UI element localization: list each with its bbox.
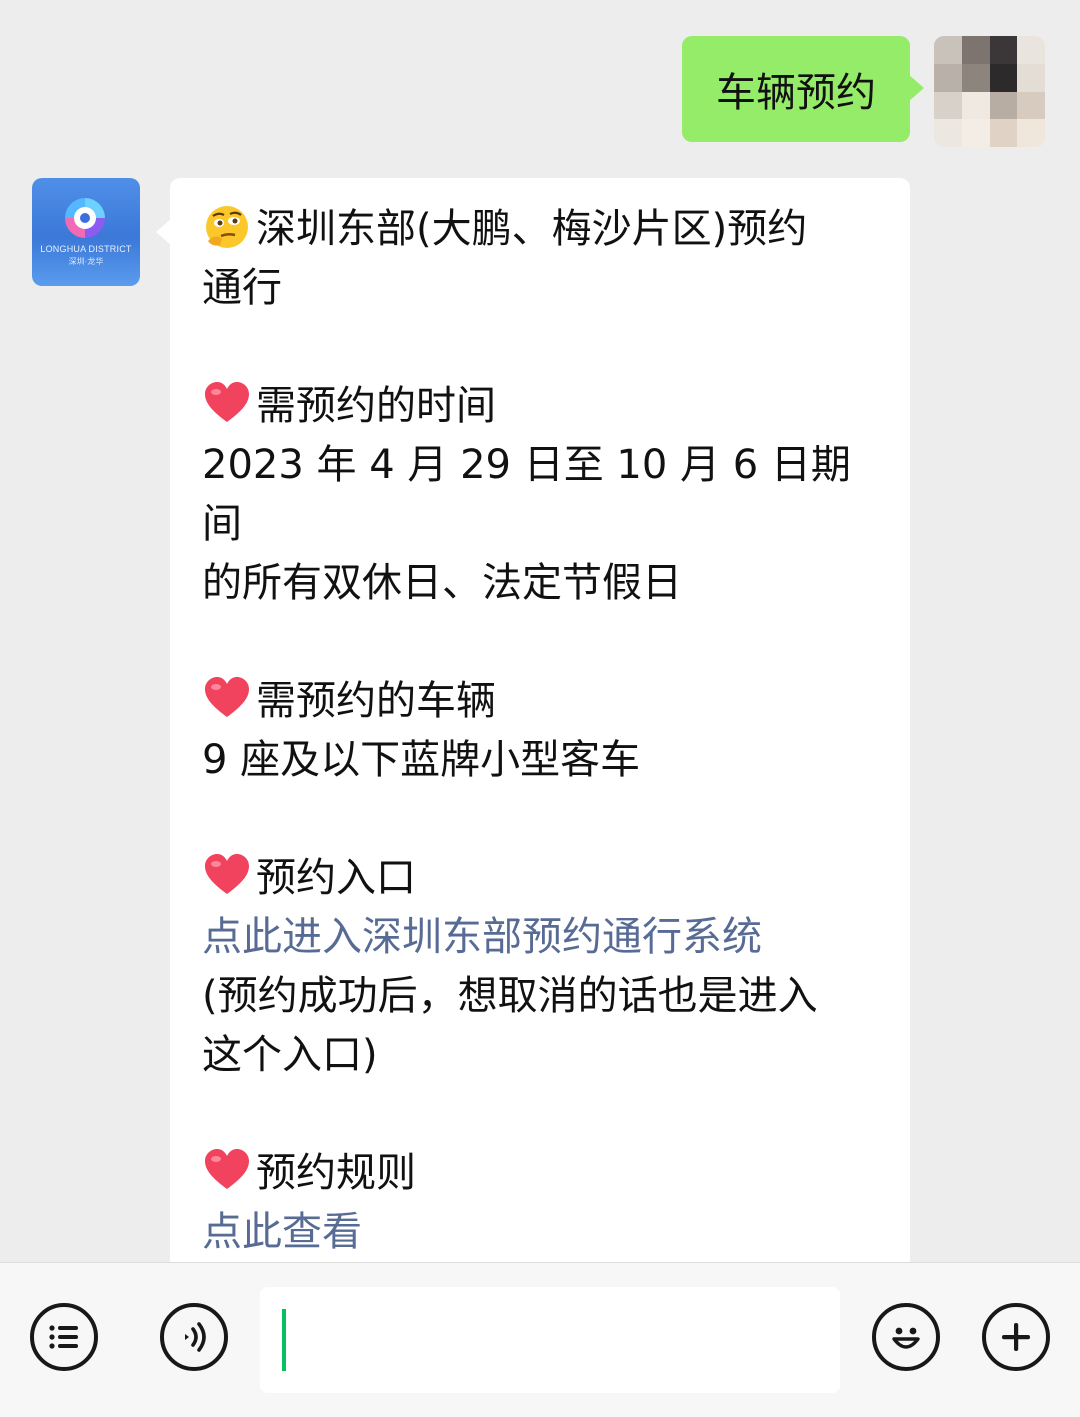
input-bar xyxy=(0,1262,1080,1417)
text-caret xyxy=(282,1309,286,1371)
list-menu-icon[interactable] xyxy=(30,1303,98,1371)
outgoing-bubble[interactable]: 车辆预约 xyxy=(682,36,924,142)
logo-text: LONGHUA DISTRICT xyxy=(40,244,132,254)
incoming-message: LONGHUA DISTRICT 深圳·龙华 深圳东部(大鹏、梅沙片区)预约 通… xyxy=(32,178,910,1286)
message-input[interactable] xyxy=(260,1287,840,1393)
plus-icon[interactable] xyxy=(982,1303,1050,1371)
section-heading: 预约入口 xyxy=(202,849,880,908)
outgoing-text: 车辆预约 xyxy=(716,70,876,116)
bot-avatar[interactable]: LONGHUA DISTRICT 深圳·龙华 xyxy=(32,178,140,286)
voice-icon[interactable] xyxy=(160,1303,228,1371)
section-heading: 需预约的时间 xyxy=(202,377,880,436)
section-heading: 需预约的车辆 xyxy=(202,672,880,731)
heart-icon xyxy=(202,673,252,723)
reservation-system-link[interactable]: 点此进入深圳东部预约通行系统 xyxy=(202,908,880,967)
outgoing-message: 车辆预约 xyxy=(682,36,1045,147)
thinking-face-icon xyxy=(202,201,252,251)
heart-icon xyxy=(202,1145,252,1195)
message-title: 深圳东部(大鹏、梅沙片区)预约 xyxy=(202,200,880,259)
smiley-icon[interactable] xyxy=(872,1303,940,1371)
incoming-bubble: 深圳东部(大鹏、梅沙片区)预约 通行 需预约的时间 2023 年 4 月 29 … xyxy=(156,178,910,1286)
rules-link[interactable]: 点此查看 xyxy=(202,1203,880,1262)
chat-area: 车辆预约 LONGHUA DISTRICT 深圳·龙华 深圳东部(大鹏、梅沙片区… xyxy=(0,0,1080,1286)
heart-icon xyxy=(202,850,252,900)
logo-subtext: 深圳·龙华 xyxy=(68,257,104,266)
user-avatar[interactable] xyxy=(934,36,1045,147)
heart-icon xyxy=(202,378,252,428)
section-heading: 预约规则 xyxy=(202,1144,880,1203)
